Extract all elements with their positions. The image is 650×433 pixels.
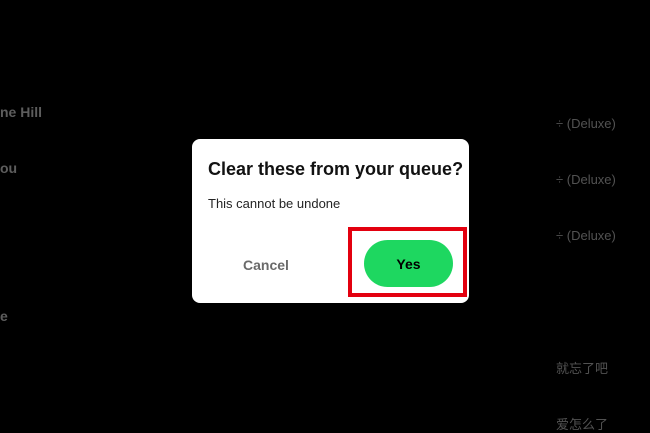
clear-queue-dialog: Clear these from your queue? This cannot… [192, 139, 469, 303]
yes-button[interactable]: Yes [364, 240, 453, 287]
app-window: ne Hill ÷ (Deluxe) ou ÷ (Deluxe) ÷ (Delu… [0, 0, 650, 433]
dialog-title: Clear these from your queue? [208, 159, 464, 179]
cancel-button[interactable]: Cancel [228, 251, 304, 279]
dialog-message: This cannot be undone [208, 196, 341, 211]
